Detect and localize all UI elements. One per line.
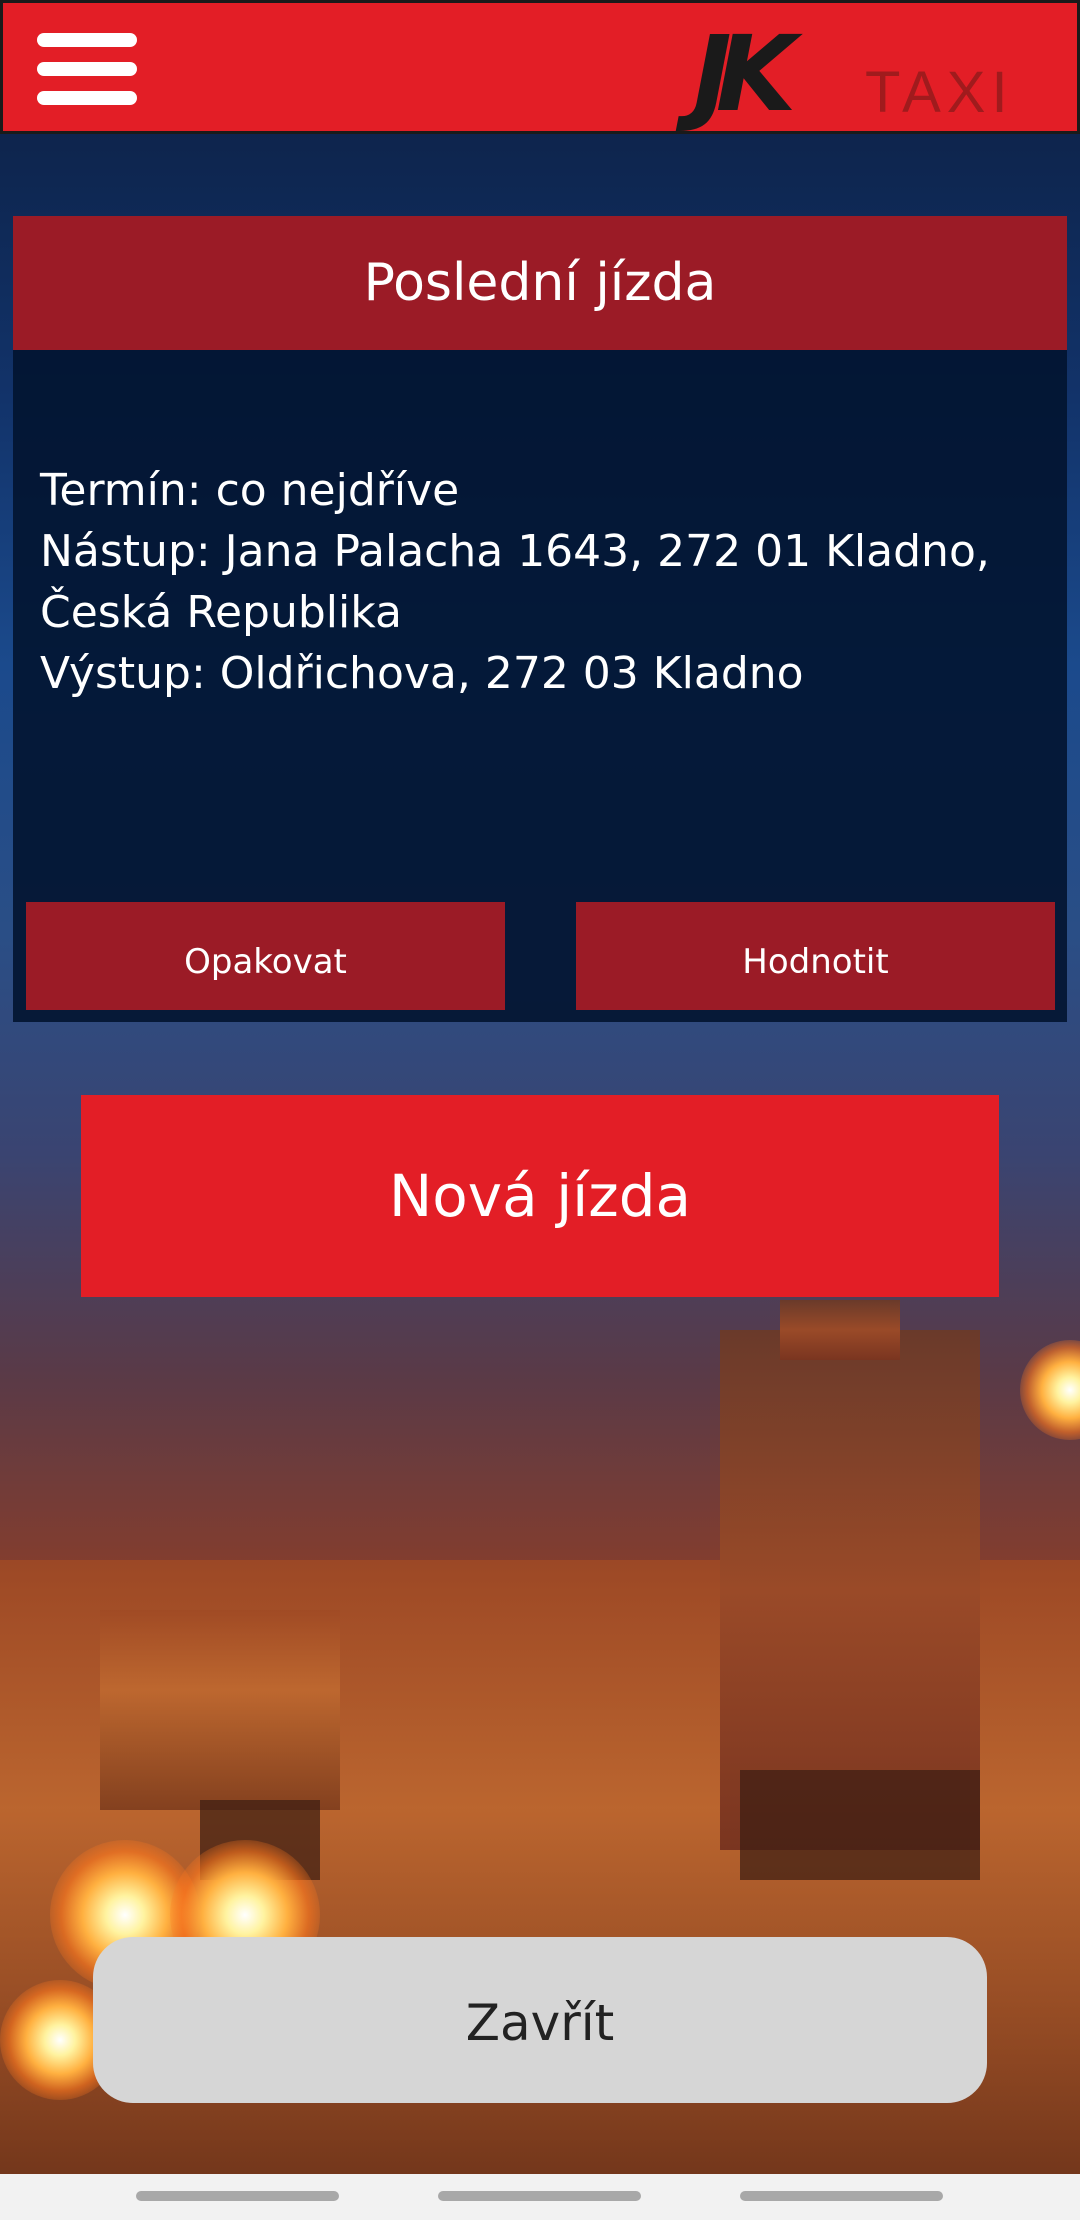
ride-pickup: Nástup: Jana Palacha 1643, 272 01 Kladno… bbox=[40, 526, 990, 577]
ride-time: Termín: co nejdříve bbox=[40, 465, 460, 516]
hamburger-menu-icon[interactable] bbox=[37, 33, 137, 105]
app-screen: JK TAXI Poslední jízda Termín: co nejdří… bbox=[0, 0, 1080, 2220]
logo-brand: JK bbox=[693, 13, 796, 135]
background-window bbox=[740, 1770, 980, 1880]
last-ride-card: Poslední jízda Termín: co nejdříve Nástu… bbox=[13, 216, 1067, 1022]
last-ride-title: Poslední jízda bbox=[363, 253, 717, 313]
close-button[interactable]: Zavřít bbox=[93, 1937, 987, 2103]
background-light bbox=[1020, 1340, 1080, 1440]
system-navigation-bar bbox=[0, 2174, 1080, 2220]
app-header: JK TAXI bbox=[0, 0, 1080, 134]
last-ride-title-bar: Poslední jízda bbox=[13, 216, 1067, 350]
background-building bbox=[100, 1610, 340, 1810]
background-tower bbox=[780, 1300, 900, 1360]
ride-pickup-country: Česká Republika bbox=[40, 587, 402, 638]
logo-suffix: TAXI bbox=[865, 60, 1014, 125]
rate-ride-button[interactable]: Hodnotit bbox=[576, 902, 1055, 1010]
repeat-ride-button[interactable]: Opakovat bbox=[26, 902, 505, 1010]
new-ride-button[interactable]: Nová jízda bbox=[81, 1095, 999, 1297]
nav-back-handle[interactable] bbox=[740, 2191, 943, 2201]
nav-home-handle[interactable] bbox=[438, 2191, 641, 2201]
ride-dropoff: Výstup: Oldřichova, 272 03 Kladno bbox=[40, 648, 804, 699]
ride-details: Termín: co nejdříve Nástup: Jana Palacha… bbox=[40, 460, 1050, 704]
nav-recents-handle[interactable] bbox=[136, 2191, 339, 2201]
jk-taxi-logo: JK TAXI bbox=[693, 13, 1063, 135]
